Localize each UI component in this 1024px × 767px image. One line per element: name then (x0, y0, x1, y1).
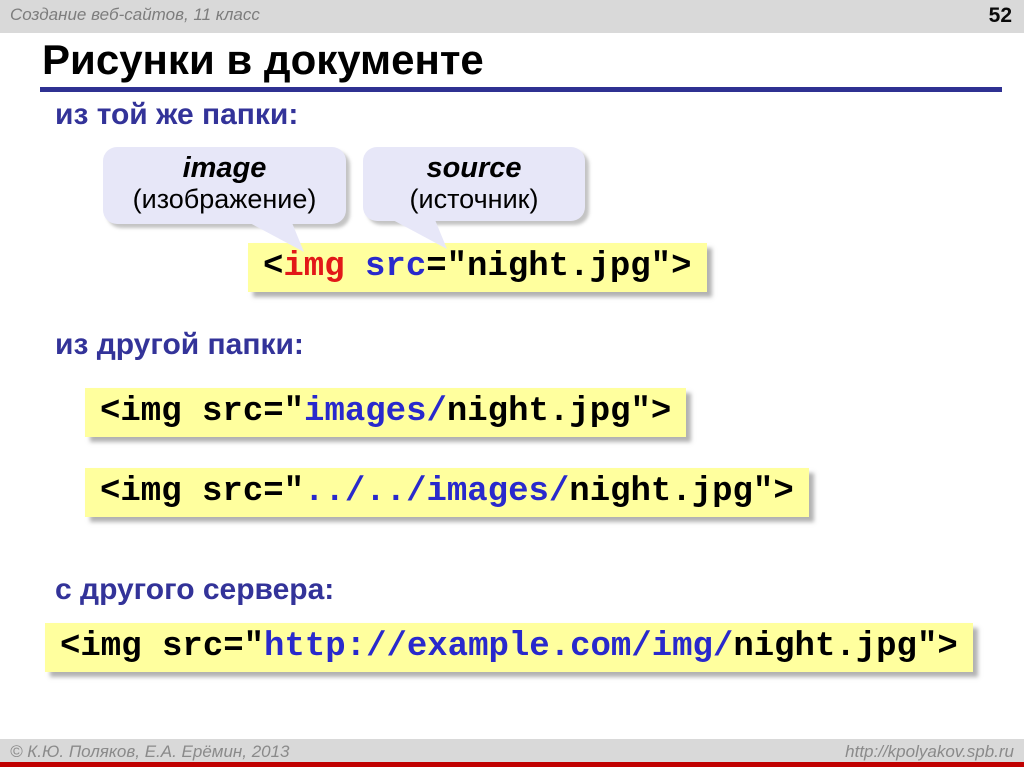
code-segment: img (283, 248, 344, 286)
callout-term: source (363, 152, 585, 185)
code-segment: http://example.com/img/ (264, 628, 733, 666)
code-segment: night.jpg"> (569, 473, 793, 511)
section-heading-same-folder: из той же папки: (55, 98, 298, 132)
code-segment: ="night.jpg"> (426, 248, 691, 286)
slide-number: 52 (989, 4, 1012, 28)
code-block-other-server: <img src="http://example.com/img/night.j… (45, 623, 973, 672)
callout-term: image (103, 152, 346, 185)
presentation-slide: Создание веб-сайтов, 11 класс 52 Рисунки… (0, 0, 1024, 767)
code-segment: night.jpg"> (447, 393, 671, 431)
site-link[interactable]: http://kpolyakov.spb.ru (845, 742, 1014, 762)
callout-translation: (изображение) (103, 185, 346, 215)
bottom-accent-strip (0, 762, 1024, 767)
code-segment: <img src=" (60, 628, 264, 666)
callout-translation: (источник) (363, 185, 585, 215)
code-segment: images/ (304, 393, 447, 431)
section-heading-other-folder: из другой папки: (55, 328, 304, 362)
code-segment (345, 248, 365, 286)
code-block-parent-folder: <img src="../../images/night.jpg"> (85, 468, 809, 517)
code-segment: ../../images/ (304, 473, 569, 511)
section-heading-other-server: с другого сервера: (55, 573, 334, 607)
callout-image: image (изображение) (103, 147, 346, 224)
callout-source: source (источник) (363, 147, 585, 221)
footer-bar: © К.Ю. Поляков, Е.А. Ерёмин, 2013 http:/… (0, 739, 1024, 762)
code-segment: < (263, 248, 283, 286)
code-block-other-folder: <img src="images/night.jpg"> (85, 388, 686, 437)
code-block-same-folder: <img src="night.jpg"> (248, 243, 707, 292)
copyright-label: © К.Ю. Поляков, Е.А. Ерёмин, 2013 (10, 742, 290, 762)
title-underline (40, 87, 1002, 92)
header-bar: Создание веб-сайтов, 11 класс 52 (0, 0, 1024, 33)
page-title: Рисунки в документе (42, 36, 484, 84)
code-segment: src (365, 248, 426, 286)
code-segment: <img src=" (100, 473, 304, 511)
code-segment: <img src=" (100, 393, 304, 431)
code-segment: night.jpg"> (733, 628, 957, 666)
course-label: Создание веб-сайтов, 11 класс (10, 5, 260, 25)
